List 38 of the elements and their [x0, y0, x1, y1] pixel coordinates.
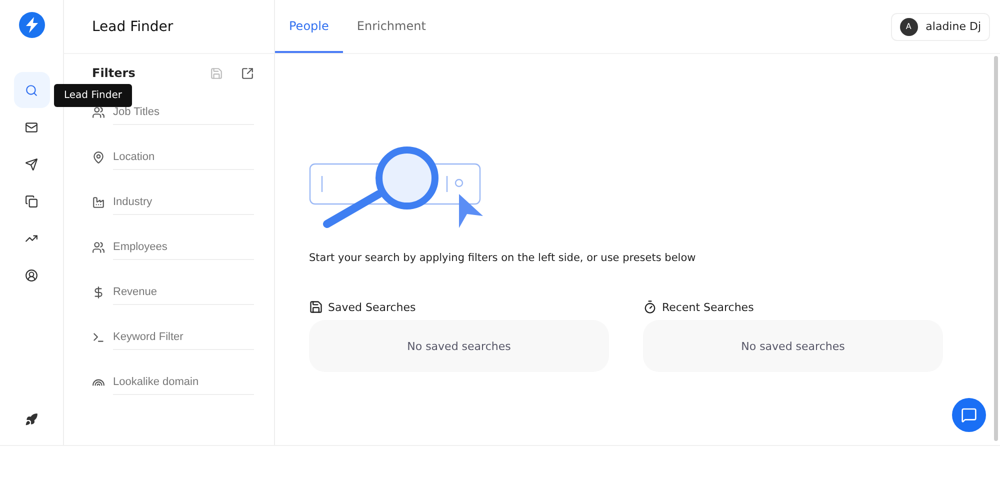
page-title: Lead Finder — [64, 0, 274, 54]
hint-text: Start your search by applying filters on the left side, or use presets below — [309, 252, 697, 264]
user-menu[interactable]: A aladine Dj — [890, 12, 990, 40]
empty-state: No saved searches — [643, 320, 943, 372]
terminal-icon — [92, 331, 105, 344]
rocket-icon — [25, 412, 38, 426]
building-icon — [92, 196, 105, 209]
avatar: A — [900, 18, 918, 36]
save-icon — [309, 300, 323, 314]
filter-field[interactable]: Revenue — [113, 280, 254, 305]
filter-field[interactable]: Keyword Filter — [113, 325, 254, 350]
tab[interactable]: Enrichment — [342, 0, 440, 53]
filter-field[interactable]: Location — [113, 145, 254, 170]
tab[interactable]: People — [275, 0, 343, 53]
section-title: Recent Searches — [662, 300, 754, 314]
group-icon — [92, 241, 105, 254]
users-icon — [92, 106, 105, 119]
filters-heading: Filters — [92, 66, 136, 80]
copy-icon — [25, 194, 38, 208]
filter-field[interactable]: Job Titles — [113, 100, 254, 125]
tooltip: Lead Finder — [54, 84, 132, 107]
user-name: aladine Dj — [926, 20, 981, 33]
dollar-icon — [92, 286, 105, 299]
filter-field[interactable]: Employees — [113, 235, 254, 260]
section-title: Saved Searches — [328, 300, 416, 314]
timer-icon — [643, 300, 657, 314]
pin-icon — [92, 151, 105, 164]
chat-icon — [961, 407, 977, 423]
search-icon — [25, 84, 38, 96]
user-icon — [25, 268, 38, 282]
chat-button[interactable] — [952, 398, 986, 432]
export-icon[interactable] — [241, 66, 254, 80]
empty-state: No saved searches — [309, 320, 609, 372]
filter-field[interactable]: Lookalike domain — [113, 370, 254, 395]
logo-icon — [18, 12, 44, 38]
send-icon — [25, 158, 38, 170]
filter-field[interactable]: Industry — [113, 190, 254, 215]
mail-icon — [25, 120, 38, 134]
